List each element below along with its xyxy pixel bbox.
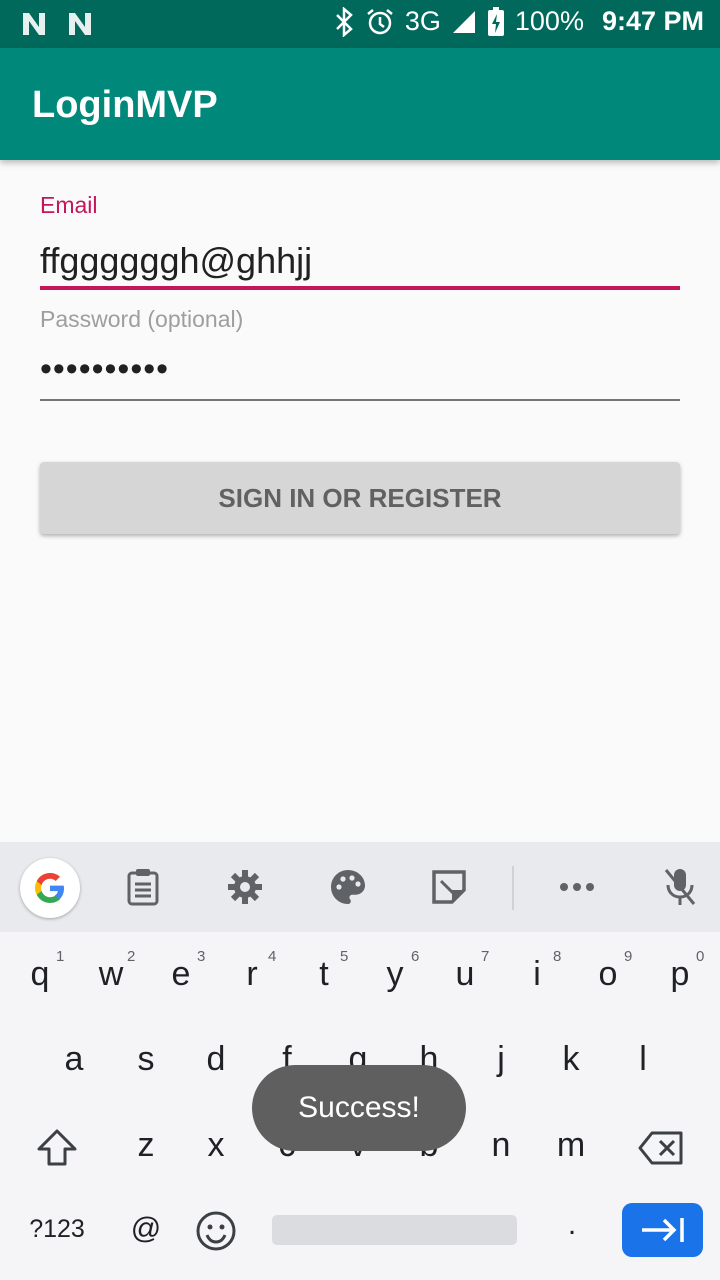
- password-underline: [40, 399, 680, 401]
- key-s[interactable]: s: [116, 1040, 176, 1079]
- mic-off-icon[interactable]: [655, 862, 705, 912]
- settings-icon[interactable]: [220, 862, 270, 912]
- key-n[interactable]: n: [471, 1126, 531, 1165]
- key-hint-0: 0: [696, 948, 705, 965]
- n-icon: [23, 13, 45, 35]
- n-icon: [69, 13, 91, 35]
- more-icon[interactable]: [552, 862, 602, 912]
- key-hint-4: 4: [268, 948, 277, 965]
- key-hint-3: 3: [197, 948, 206, 965]
- clock: 9:47 PM: [601, 6, 704, 36]
- emoji-icon[interactable]: [195, 1210, 237, 1257]
- key-hint-5: 5: [340, 948, 349, 965]
- email-underline: [40, 286, 680, 290]
- password-label: Password (optional): [40, 306, 244, 332]
- battery-icon: [487, 6, 504, 36]
- key-hint-8: 8: [553, 948, 562, 965]
- key-z[interactable]: z: [116, 1126, 176, 1165]
- signal-icon: [452, 10, 475, 33]
- key-hint-1: 1: [56, 948, 65, 965]
- period-key[interactable]: .: [542, 1208, 602, 1242]
- key-hint-7: 7: [481, 948, 490, 965]
- alarm-icon: [367, 8, 393, 34]
- app-bar: LoginMVP: [0, 48, 720, 160]
- enter-key[interactable]: [622, 1203, 703, 1257]
- email-field[interactable]: ffggggggh@ghhjj: [40, 240, 312, 282]
- shift-key[interactable]: [36, 1128, 78, 1173]
- key-k[interactable]: k: [541, 1040, 601, 1079]
- backspace-key[interactable]: [638, 1130, 684, 1171]
- toolbar-divider: [512, 866, 514, 910]
- key-j[interactable]: j: [471, 1040, 531, 1079]
- key-a[interactable]: a: [44, 1040, 104, 1079]
- key-m[interactable]: m: [541, 1126, 601, 1165]
- key-l[interactable]: l: [613, 1040, 673, 1079]
- status-bar: 3G 100% 9:47 PM: [0, 0, 720, 48]
- at-key[interactable]: @: [116, 1212, 176, 1246]
- bluetooth-icon: [335, 6, 353, 37]
- clipboard-icon[interactable]: [118, 862, 168, 912]
- app-title: LoginMVP: [32, 84, 218, 126]
- symbols-key[interactable]: ?123: [22, 1215, 92, 1244]
- key-hint-2: 2: [127, 948, 136, 965]
- key-d[interactable]: d: [186, 1040, 246, 1079]
- email-label: Email: [40, 192, 98, 218]
- sticker-icon[interactable]: [424, 862, 474, 912]
- space-key[interactable]: [272, 1215, 517, 1245]
- network-label: 3G: [404, 6, 441, 36]
- battery-percent: 100%: [514, 6, 584, 36]
- palette-icon[interactable]: [323, 862, 373, 912]
- google-icon[interactable]: [20, 858, 80, 918]
- key-hint-6: 6: [411, 948, 420, 965]
- sign-in-button[interactable]: SIGN IN OR REGISTER: [40, 462, 680, 534]
- key-hint-9: 9: [624, 948, 633, 965]
- toast-message: Success!: [252, 1065, 466, 1151]
- key-x[interactable]: x: [186, 1126, 246, 1165]
- password-field[interactable]: ••••••••••: [40, 350, 169, 389]
